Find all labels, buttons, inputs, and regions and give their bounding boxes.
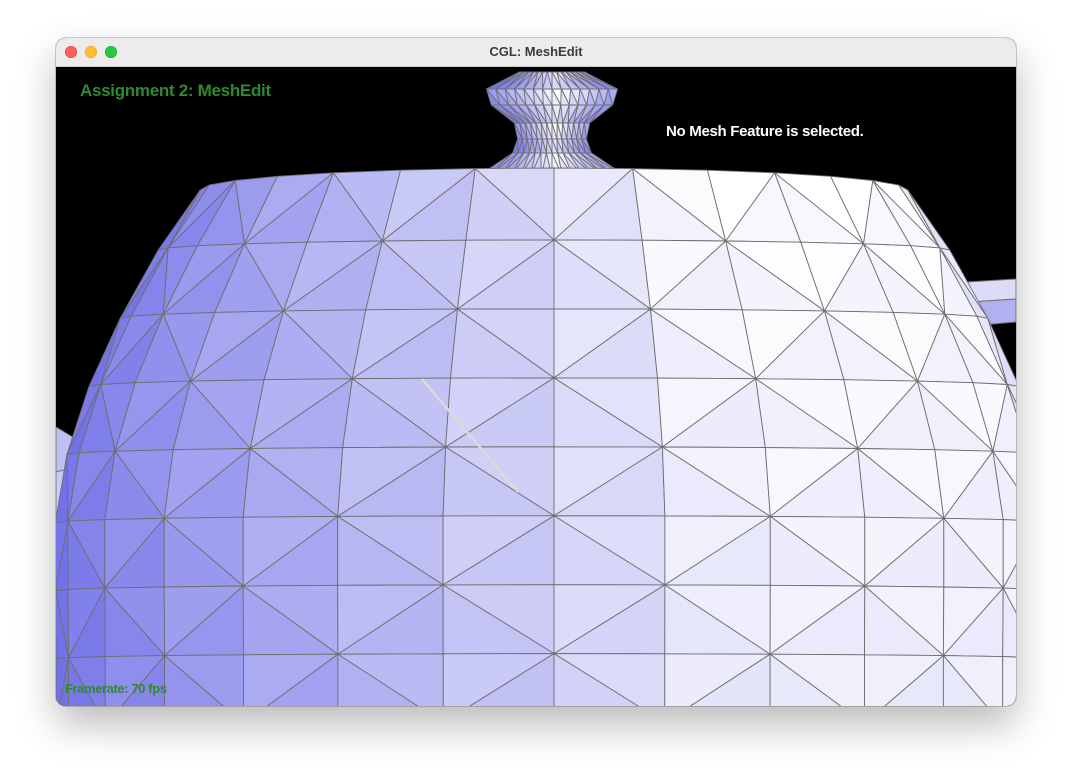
mesh-viewport[interactable]: Assignment 2: MeshEdit No Mesh Feature i… bbox=[56, 67, 1016, 706]
mesh-face[interactable] bbox=[512, 138, 519, 154]
teapot-mesh[interactable] bbox=[56, 67, 1016, 706]
selection-status: No Mesh Feature is selected. bbox=[666, 123, 864, 140]
app-window: CGL: MeshEdit Assignment 2: MeshEdit No … bbox=[56, 38, 1016, 706]
mesh-face[interactable] bbox=[130, 247, 169, 317]
title-bar[interactable]: CGL: MeshEdit bbox=[56, 38, 1016, 67]
assignment-title: Assignment 2: MeshEdit bbox=[80, 81, 271, 100]
mesh-face[interactable] bbox=[1002, 656, 1016, 706]
window-title: CGL: MeshEdit bbox=[489, 44, 583, 59]
framerate-label: Framerate: 70 fps bbox=[65, 681, 167, 696]
